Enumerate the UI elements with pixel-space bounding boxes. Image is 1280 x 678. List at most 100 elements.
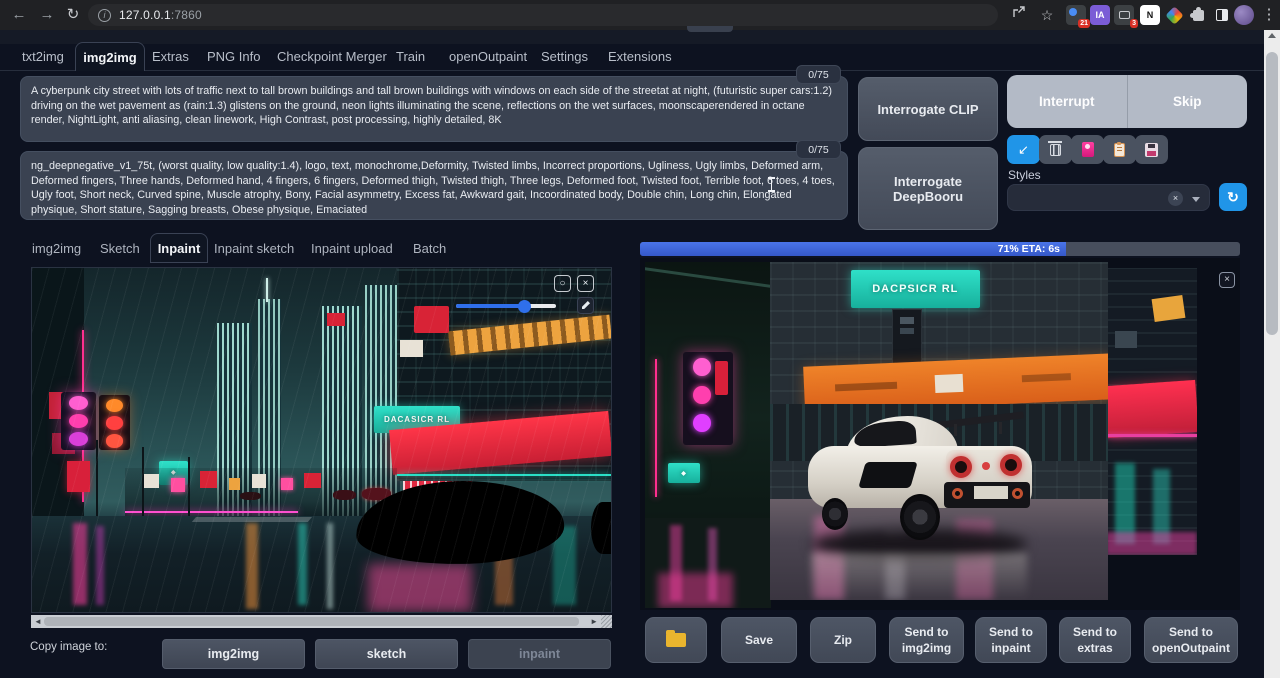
reload-icon[interactable]: ↻ [62, 4, 84, 26]
text-cursor [767, 177, 776, 192]
extensions-puzzle-icon[interactable] [1188, 5, 1208, 25]
car-wheel-rear [900, 494, 940, 540]
scroll-right-icon[interactable]: ► [590, 616, 598, 627]
back-icon[interactable]: ← [8, 4, 30, 26]
negative-prompt-box: ng_deepnegative_v1_75t, (worst quality, … [20, 151, 848, 220]
clear-canvas-icon[interactable]: × [577, 275, 594, 292]
extension-darkmode-icon[interactable] [1212, 5, 1232, 25]
brush-size-slider[interactable] [456, 304, 556, 308]
tab-txt2img[interactable]: txt2img [22, 49, 64, 64]
gallery-image-main[interactable]: DACPSICR RL [770, 262, 1108, 600]
send-to-openoutpaint-button[interactable]: Send to openOutpaint [1144, 617, 1238, 663]
extension-screenshot-icon[interactable]: 3 [1114, 5, 1134, 25]
copy-to-sketch-button[interactable]: sketch [315, 639, 458, 669]
gallery-image-right[interactable] [1106, 268, 1197, 555]
extension-badge: 21 [1078, 19, 1090, 28]
subtab-batch[interactable]: Batch [413, 241, 446, 256]
open-folder-button[interactable] [645, 617, 707, 663]
crosswalk-line [192, 517, 312, 522]
road-reflection-magenta [96, 526, 105, 605]
prompt-box: A cyberpunk city street with lots of tra… [20, 76, 848, 142]
neon-edge-pink [655, 359, 657, 497]
window-band [1115, 331, 1137, 348]
street-sign-4 [229, 478, 241, 490]
brush-icon[interactable] [577, 297, 594, 314]
progress-bar: 71% ETA: 6s [640, 242, 1240, 256]
refresh-styles-button[interactable]: ↻ [1219, 183, 1247, 211]
extension-colors-icon[interactable] [1164, 5, 1184, 25]
send-to-inpaint-button[interactable]: Send to inpaint [975, 617, 1047, 663]
interrupt-button[interactable]: Interrupt [1007, 75, 1127, 128]
save-button[interactable]: Save [721, 617, 797, 663]
skip-button[interactable]: Skip [1128, 75, 1248, 128]
pink-neon-line [125, 511, 299, 513]
interrogate-clip-button[interactable]: Interrogate CLIP [858, 77, 998, 141]
forward-icon[interactable]: → [36, 4, 58, 26]
extension-notion-icon[interactable]: N [1140, 5, 1160, 25]
road-reflection-teal [298, 523, 307, 606]
road-reflection-white [327, 523, 333, 609]
save-style-button[interactable] [1135, 135, 1168, 164]
chevron-down-icon[interactable] [1192, 197, 1200, 202]
inpaint-canvas-image[interactable]: ◆ DACASICR RL [31, 267, 612, 613]
paste-generation-params-button[interactable]: ↙ [1007, 135, 1040, 164]
scrollbar-thumb[interactable] [1266, 52, 1278, 335]
close-gallery-icon[interactable]: × [1219, 272, 1235, 288]
scrollbar-thumb[interactable] [44, 617, 579, 626]
undo-icon[interactable]: ○ [554, 275, 571, 292]
tab-png-info[interactable]: PNG Info [207, 49, 260, 64]
tab-extensions[interactable]: Extensions [608, 49, 672, 64]
extension-blue-dot-icon[interactable]: 21 [1066, 5, 1086, 25]
arrow-down-left-icon: ↙ [1018, 142, 1029, 158]
browser-menu-icon[interactable]: ⋮ [1258, 4, 1280, 26]
canvas-horizontal-scrollbar[interactable]: ◄ ► [31, 615, 601, 628]
zip-button[interactable]: Zip [810, 617, 876, 663]
page-vertical-scrollbar[interactable] [1264, 30, 1280, 678]
facade-pillar [892, 309, 922, 366]
magenta-strip [1106, 532, 1197, 555]
traffic-light-pink [683, 352, 733, 445]
progress-label: 71% ETA: 6s [998, 243, 1060, 255]
negative-prompt-input[interactable]: ng_deepnegative_v1_75t, (worst quality, … [21, 152, 847, 219]
send-to-img2img-button[interactable]: Send to img2img [889, 617, 964, 663]
scroll-up-icon[interactable] [1268, 33, 1276, 38]
scroll-left-icon[interactable]: ◄ [34, 616, 42, 627]
tab-settings[interactable]: Settings [541, 49, 588, 64]
apply-styles-button[interactable] [1103, 135, 1136, 164]
subtab-sketch[interactable]: Sketch [100, 241, 140, 256]
interrogate-deepbooru-button[interactable]: Interrogate DeepBooru [858, 147, 998, 230]
tab-checkpoint-merger[interactable]: Checkpoint Merger [277, 49, 387, 64]
white-sports-car [804, 410, 1040, 545]
copy-to-img2img-button[interactable]: img2img [162, 639, 305, 669]
extra-networks-button[interactable] [1071, 135, 1104, 164]
slider-thumb[interactable] [518, 300, 531, 313]
prompt-input[interactable]: A cyberpunk city street with lots of tra… [21, 77, 847, 141]
styles-dropdown[interactable]: × [1007, 184, 1210, 211]
tab-extras[interactable]: Extras [152, 49, 189, 64]
subtab-inpaint[interactable]: Inpaint [150, 233, 208, 263]
copy-to-inpaint-button[interactable]: inpaint [468, 639, 611, 669]
address-bar[interactable]: i 127.0.0.1:7860 [88, 4, 998, 26]
resize-grip[interactable] [601, 615, 612, 628]
site-info-icon[interactable]: i [98, 9, 111, 22]
profile-avatar[interactable] [1234, 5, 1254, 25]
spoiler-strut [999, 422, 1002, 434]
tab-openoutpaint[interactable]: openOutpaint [449, 49, 527, 64]
bookmark-star-icon[interactable]: ☆ [1036, 4, 1058, 26]
taillight-right [1000, 454, 1022, 476]
gallery-image-left[interactable]: ◆ [645, 262, 771, 608]
subtab-inpaint-sketch[interactable]: Inpaint sketch [214, 241, 294, 256]
clear-styles-icon[interactable]: × [1168, 191, 1183, 206]
subtab-img2img[interactable]: img2img [32, 241, 81, 256]
tab-img2img[interactable]: img2img [75, 42, 145, 71]
prompt-token-counter: 0/75 [796, 65, 841, 84]
subtab-inpaint-upload[interactable]: Inpaint upload [311, 241, 393, 256]
send-to-extras-button[interactable]: Send to extras [1059, 617, 1131, 663]
street-sign-5 [252, 474, 266, 488]
run-controls: Interrupt Skip [1007, 75, 1247, 128]
extension-badge-2: 3 [1130, 19, 1138, 28]
clear-prompt-button[interactable] [1039, 135, 1072, 164]
extension-ia-icon[interactable]: IA [1090, 5, 1110, 25]
tab-train[interactable]: Train [396, 49, 425, 64]
share-icon[interactable] [1008, 4, 1030, 26]
